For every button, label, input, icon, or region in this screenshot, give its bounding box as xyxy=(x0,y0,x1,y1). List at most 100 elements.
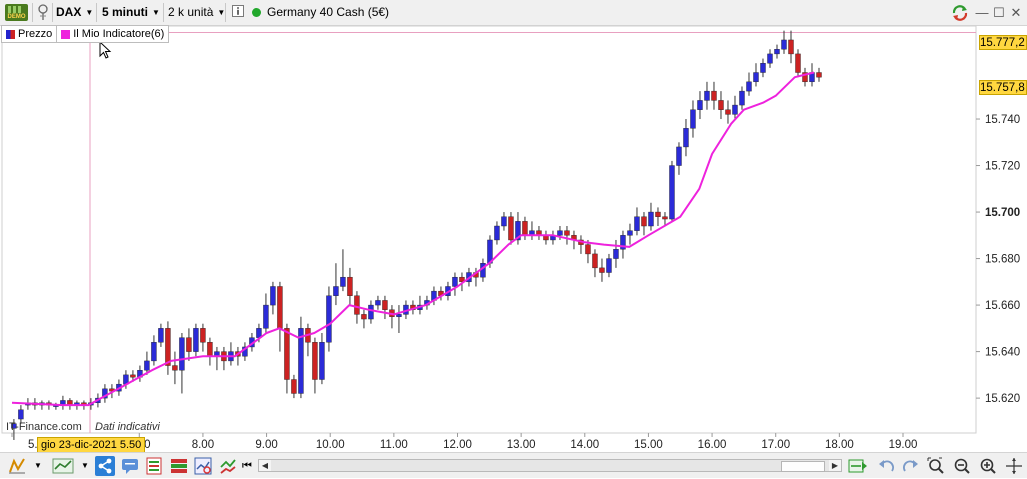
candle-body xyxy=(592,253,598,269)
x-tick-label: 19.00 xyxy=(889,439,918,451)
candle-body xyxy=(284,328,290,380)
candle-body xyxy=(151,342,157,362)
zoom-fit-icon[interactable] xyxy=(927,457,945,475)
scroll-start-icon[interactable]: ⏮ xyxy=(242,457,256,475)
indicator-tool-icon[interactable] xyxy=(52,457,74,475)
candle-body xyxy=(179,337,185,371)
drawing-toolbar: ▼ ▼ ⏮ ◀ ▶ xyxy=(0,452,1027,478)
candle-body xyxy=(291,379,297,394)
candle-body xyxy=(767,53,773,64)
cursor-date-label: gio 23-dic-2021 5.50 xyxy=(37,437,146,453)
zoom-out-icon[interactable] xyxy=(953,457,971,475)
screener-icon[interactable] xyxy=(194,457,212,475)
data-note: Dati indicativi xyxy=(95,421,160,433)
candle-body xyxy=(165,328,171,366)
candle-body xyxy=(312,342,318,380)
candle-body xyxy=(662,216,668,220)
candle-body xyxy=(816,72,822,78)
x-tick-label: 15.00 xyxy=(634,439,663,451)
price-chart[interactable]: 15.620 15.640 15.660 15.680 15.700 15.720 15.7… xyxy=(0,0,1027,452)
candle-body xyxy=(788,39,794,55)
candle-body xyxy=(501,216,507,227)
candle-body xyxy=(697,100,703,110)
candle-body xyxy=(564,230,570,236)
candle-body xyxy=(375,300,381,306)
legend-item-price[interactable]: Prezzo xyxy=(2,26,56,42)
candle-body xyxy=(18,409,24,420)
watermark: IT-Finance.com xyxy=(6,421,82,433)
scrollbar-thumb[interactable] xyxy=(781,461,825,472)
candle-body xyxy=(130,374,136,378)
candle-body xyxy=(753,72,759,83)
y-tick-label: 15.640 xyxy=(985,347,1020,359)
legend-label: Prezzo xyxy=(18,27,53,40)
undo-icon[interactable] xyxy=(877,457,895,475)
candle-body xyxy=(186,337,192,352)
candle-body xyxy=(340,276,346,287)
indicator-swatch xyxy=(61,29,71,39)
chevron-down-icon[interactable]: ▼ xyxy=(34,457,44,475)
candle-body xyxy=(760,63,766,73)
legend-label: Il Mio Indicatore(6) xyxy=(73,27,165,40)
y-tick-label: 15.620 xyxy=(985,393,1020,405)
candle-body xyxy=(732,104,738,115)
candle-body xyxy=(704,90,710,101)
candle-body xyxy=(270,286,276,306)
candle-body xyxy=(774,49,780,55)
candle-body xyxy=(746,81,752,92)
candle-body xyxy=(711,90,717,101)
candle-body xyxy=(172,365,178,371)
candle-body xyxy=(690,109,696,129)
x-tick-label: 13.00 xyxy=(507,439,536,451)
candle-body xyxy=(781,39,787,50)
candle-body xyxy=(494,225,500,241)
history-icon[interactable] xyxy=(848,457,868,475)
cursor-tool-icon[interactable] xyxy=(1005,457,1023,475)
candle-body xyxy=(648,211,654,227)
x-tick-label: 10.00 xyxy=(316,439,345,451)
x-tick-label: 11.00 xyxy=(380,439,408,451)
y-tick-label: 15.680 xyxy=(985,254,1020,266)
chat-icon[interactable] xyxy=(121,457,139,475)
candle-body xyxy=(634,216,640,231)
scroll-left-icon[interactable]: ◀ xyxy=(259,460,271,471)
candle-body xyxy=(333,286,339,296)
x-tick-label: 18.00 xyxy=(825,439,854,451)
candle-body xyxy=(795,53,801,73)
candle-body xyxy=(200,328,206,343)
candle-body xyxy=(522,221,528,236)
candle-body xyxy=(193,328,199,352)
x-tick-label: 8.00 xyxy=(192,439,214,451)
candle-body xyxy=(207,342,213,357)
chart-scrollbar[interactable]: ◀ ▶ xyxy=(258,459,842,472)
candle-body xyxy=(382,300,388,310)
candle-body xyxy=(725,109,731,115)
candle-body xyxy=(326,295,332,343)
candle-body xyxy=(319,342,325,380)
candle-body xyxy=(557,230,563,236)
candle-body xyxy=(396,314,402,317)
zoom-in-icon[interactable] xyxy=(979,457,997,475)
chevron-down-icon[interactable]: ▼ xyxy=(81,457,91,475)
scroll-right-icon[interactable]: ▶ xyxy=(829,460,841,471)
compare-icon[interactable] xyxy=(219,457,237,475)
cursor-price-label: 15.777,2 xyxy=(979,35,1027,50)
redo-icon[interactable] xyxy=(902,457,920,475)
portfolio-icon[interactable] xyxy=(170,457,188,475)
x-tick-label: 14.00 xyxy=(570,439,599,451)
orders-icon[interactable] xyxy=(145,457,163,475)
candle-body xyxy=(361,314,367,320)
candle-body xyxy=(354,295,360,315)
candle-body xyxy=(676,146,682,166)
candle-body xyxy=(655,211,661,217)
y-tick-label: 15.660 xyxy=(985,300,1020,312)
draw-tool-icon[interactable] xyxy=(8,457,26,475)
candle-body xyxy=(627,230,633,236)
candle-body xyxy=(277,286,283,329)
legend-item-indicator[interactable]: Il Mio Indicatore(6) xyxy=(56,26,168,42)
candle-body xyxy=(669,165,675,220)
share-icon[interactable] xyxy=(95,456,115,476)
candle-body xyxy=(144,360,150,371)
x-tick-label: 9.00 xyxy=(255,439,277,451)
candle-body xyxy=(158,328,164,343)
